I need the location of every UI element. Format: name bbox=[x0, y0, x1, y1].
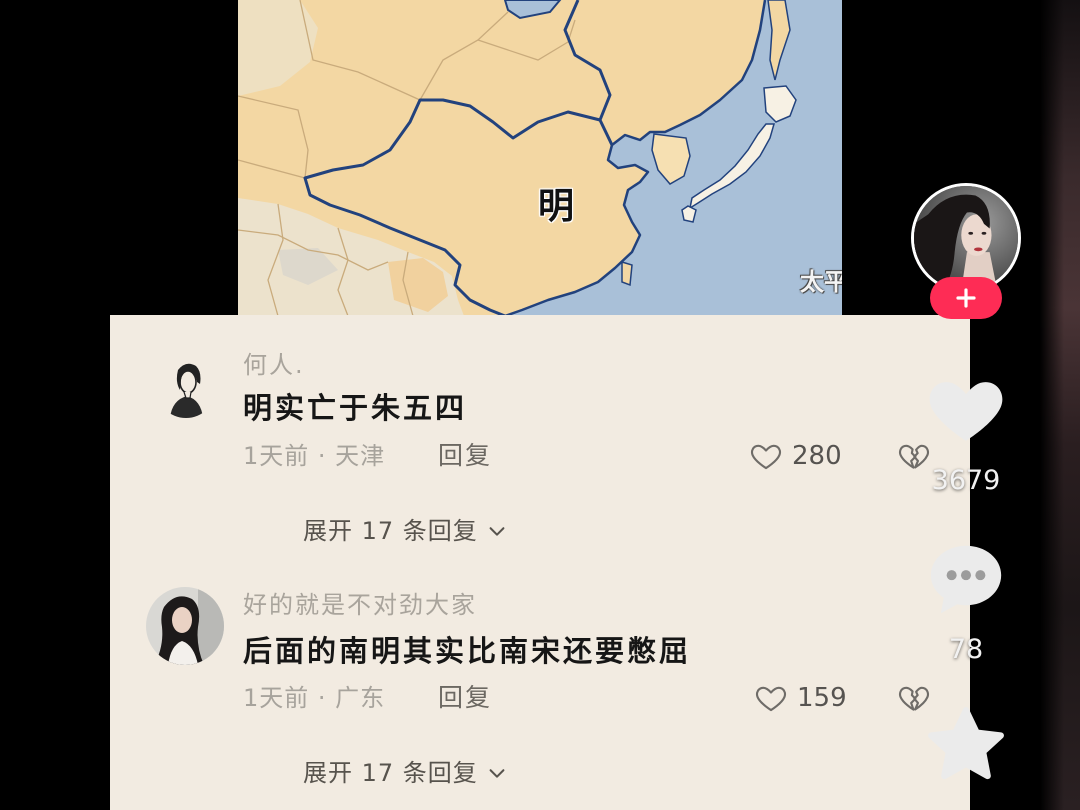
chevron-down-icon bbox=[489, 527, 505, 536]
map-label-ming: 明 bbox=[537, 186, 574, 227]
comment-panel bbox=[110, 315, 970, 810]
comment-button[interactable] bbox=[930, 545, 1002, 615]
comment-like-button[interactable] bbox=[749, 439, 783, 473]
map-image: 明 太平 bbox=[238, 0, 842, 316]
comment-username[interactable]: 好的就是不对劲大家 bbox=[243, 589, 477, 621]
broken-heart-icon bbox=[898, 686, 930, 711]
comment-dislike-button[interactable] bbox=[897, 681, 931, 715]
expand-replies-button[interactable]: 展开 17 条回复 bbox=[303, 515, 508, 547]
video-background-edge bbox=[1040, 0, 1080, 810]
east-asia-map bbox=[238, 0, 842, 316]
like-button[interactable] bbox=[928, 376, 1004, 444]
chevron-down-icon bbox=[489, 769, 505, 778]
comment-like-count: 280 bbox=[792, 441, 842, 471]
expand-replies-label: 展开 17 条回复 bbox=[303, 517, 478, 545]
expand-replies-label: 展开 17 条回复 bbox=[303, 759, 478, 787]
reply-button[interactable]: 回复 bbox=[438, 682, 492, 714]
follow-button[interactable] bbox=[930, 277, 1002, 319]
heart-icon bbox=[929, 382, 1003, 441]
heart-outline-icon bbox=[755, 686, 787, 712]
comment-meta: 1天前 · 天津 bbox=[243, 442, 386, 470]
favorite-button[interactable] bbox=[927, 705, 1005, 783]
comment-text: 后面的南明其实比南宋还要憋屈 bbox=[243, 634, 692, 668]
like-count: 3679 bbox=[931, 465, 1001, 496]
comment-meta: 1天前 · 广东 bbox=[243, 684, 386, 712]
expand-replies-button[interactable]: 展开 17 条回复 bbox=[303, 757, 508, 789]
comment-bubble-icon bbox=[930, 545, 1002, 614]
comment-avatar[interactable] bbox=[156, 358, 216, 418]
heart-outline-icon bbox=[750, 444, 782, 470]
plus-icon bbox=[956, 288, 976, 308]
reply-button[interactable]: 回复 bbox=[438, 440, 492, 472]
comment-like-count: 159 bbox=[797, 683, 847, 713]
star-icon bbox=[928, 707, 1004, 780]
map-label-pacific: 太平 bbox=[800, 268, 842, 296]
avatar-icon bbox=[156, 358, 216, 418]
comment-like-button[interactable] bbox=[754, 681, 788, 715]
comment-avatar[interactable] bbox=[146, 587, 224, 665]
comment-text: 明实亡于朱五四 bbox=[243, 391, 468, 425]
creator-avatar-icon bbox=[914, 186, 1018, 290]
avatar-icon bbox=[146, 587, 224, 665]
comment-count: 78 bbox=[948, 634, 984, 665]
comment-username[interactable]: 何人. bbox=[243, 349, 305, 381]
